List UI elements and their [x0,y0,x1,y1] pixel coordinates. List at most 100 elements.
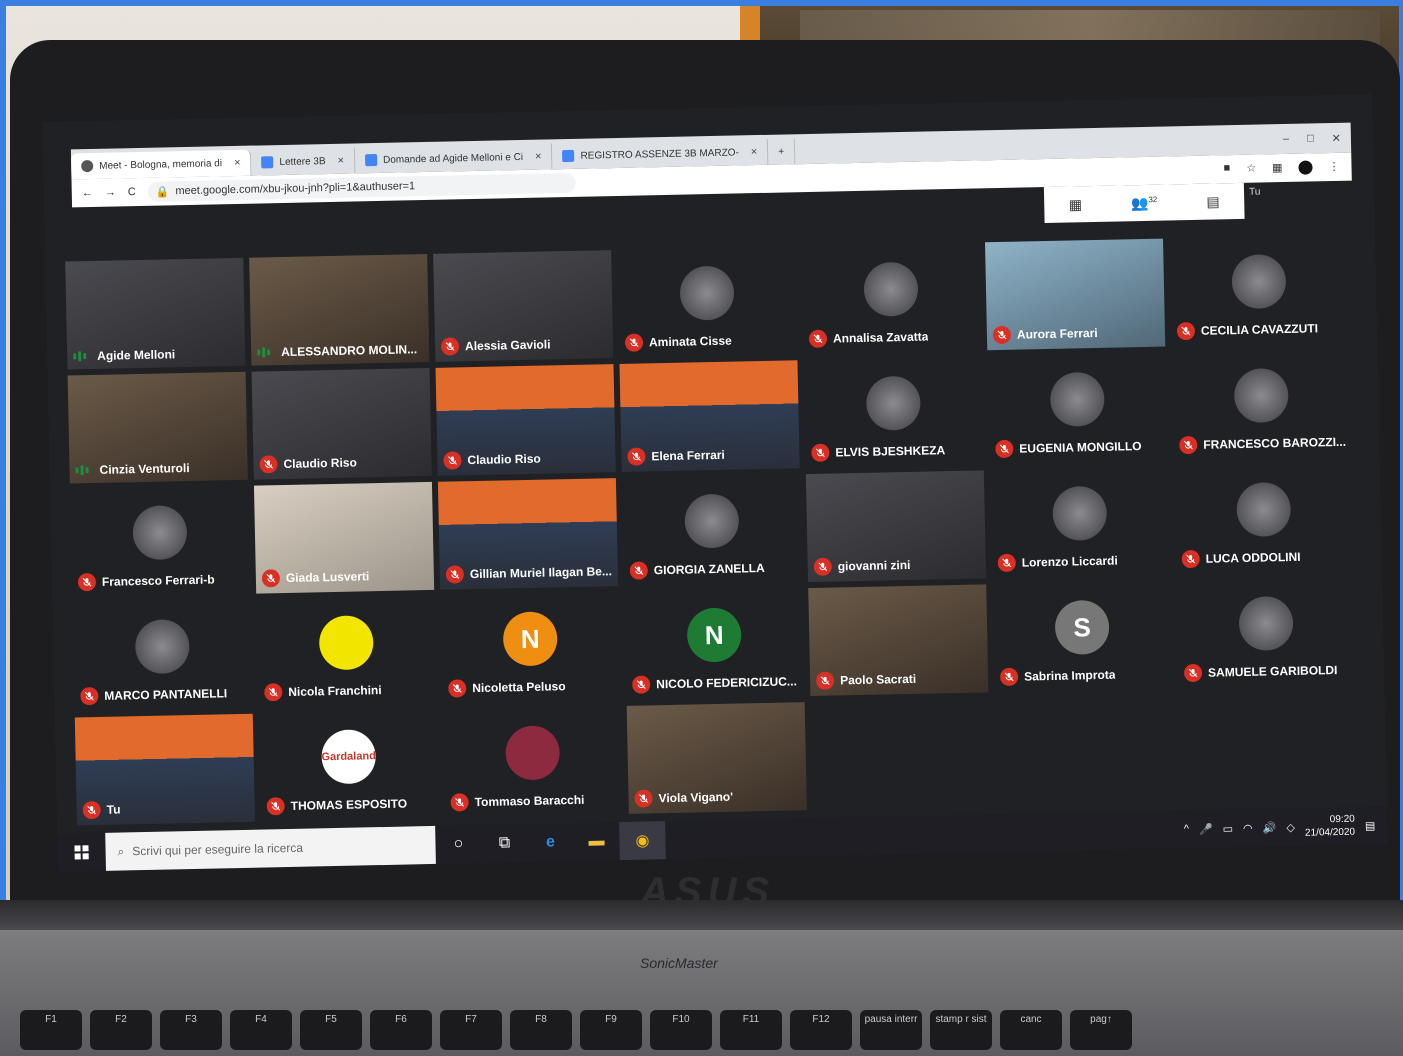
participant-tile[interactable]: Francesco Ferrari-b [70,486,250,598]
chrome-icon[interactable]: ◉ [619,821,666,861]
participant-tile[interactable]: Tu [74,713,255,826]
participant-tile[interactable]: Tommaso Baracchi [443,706,623,818]
mic-off-icon [264,683,283,702]
taskbar-search[interactable]: ⌕ Scrivi qui per eseguire la ricerca [105,825,436,871]
participant-name: Aminata Cisse [648,333,732,350]
participant-tile[interactable]: Viola Vigano' [626,702,807,814]
participant-name: NICOLO FEDERICIZUC... [656,674,797,692]
browser-tab[interactable]: Lettere 3B × [251,147,356,176]
participant-name: CECILIA CAVAZZUTI [1200,321,1319,338]
participant-name: Aurora Ferrari [1016,325,1098,342]
participant-tile[interactable]: Agide Melloni [65,257,246,370]
participant-name: Cinzia Venturoli [99,461,190,477]
participant-tile[interactable]: Giada Lusverti [253,481,435,594]
battery-icon[interactable]: ▭ [1223,822,1234,835]
participant-tile[interactable]: GIORGIA ZANELLA [622,474,802,586]
participant-tile[interactable]: SAMUELE GARIBOLDI [1176,577,1356,689]
participant-name-label: GIORGIA ZANELLA [629,559,765,580]
participant-tile[interactable]: Annalisa Zavatta [801,242,981,354]
participant-tile[interactable]: Aurora Ferrari [985,238,1166,351]
forward-icon[interactable]: → [105,186,116,198]
participant-avatar [505,725,561,781]
file-explorer-icon[interactable]: ▬ [573,822,620,861]
url-field[interactable]: 🔒 meet.google.com/xbu-jkou-jnh?pli=1&aut… [147,172,576,202]
new-tab-button[interactable]: + [768,138,796,165]
participant-name: THOMAS ESPOSITO [290,796,408,813]
reload-icon[interactable]: C [128,186,136,198]
edge-icon[interactable]: e [527,823,574,862]
participant-name-label: THOMAS ESPOSITO [266,795,407,816]
participant-tile[interactable]: Cinzia Venturoli [67,371,248,484]
wifi-icon[interactable]: ◠ [1243,821,1253,834]
participant-tile[interactable]: giovanni zini [805,470,987,583]
participant-tile[interactable]: S Sabrina Improta [992,580,1172,692]
close-tab-icon[interactable]: × [234,157,241,169]
notification-icon[interactable]: ▤ [1365,819,1376,832]
extension-icon[interactable]: ▦ [1272,161,1283,175]
task-view-icon[interactable]: ⧉ [481,824,528,863]
participant-tile[interactable]: EUGENIA MONGILLO [987,353,1167,465]
participant-name: Annalisa Zavatta [832,329,929,346]
clock[interactable]: 09:20 21/04/2020 [1305,813,1356,840]
participant-name-label: LUCA ODDOLINI [1181,548,1301,569]
participant-tile[interactable]: Claudio Riso [251,367,432,480]
participant-tile[interactable]: Lorenzo Liccardi [990,467,1170,579]
participant-tile[interactable]: Aminata Cisse [617,246,797,358]
back-icon[interactable]: ← [82,187,93,199]
close-tab-icon[interactable]: × [337,155,344,167]
participant-tile[interactable]: LUCA ODDOLINI [1174,463,1354,575]
keyboard-key: F3 [160,1010,222,1050]
keyboard-key: F10 [650,1010,712,1050]
dropbox-icon[interactable]: ◇ [1286,820,1295,833]
participant-tile[interactable]: N Nicoletta Peluso [440,592,620,704]
start-button[interactable] [57,833,106,872]
participant-name: Tommaso Baracchi [474,792,585,810]
participant-name-label: Claudio Riso [443,450,541,470]
cortana-icon[interactable]: ○ [435,825,482,864]
bookmark-star-icon[interactable]: ☆ [1246,162,1256,176]
mic-off-icon [440,337,460,356]
profile-avatar[interactable] [1298,160,1313,175]
chat-icon[interactable]: ▤ [1206,193,1220,210]
participant-tile[interactable]: FRANCESCO BAROZZI... [1171,349,1351,461]
minimize-icon[interactable]: – [1283,132,1289,145]
close-tab-icon[interactable]: × [535,151,542,163]
participant-tile[interactable]: Gillian Muriel Ilagan Be... [437,478,619,590]
mic-off-icon [445,565,465,584]
participant-name-label: Annalisa Zavatta [808,328,929,348]
close-window-icon[interactable]: ✕ [1332,131,1341,144]
participants-grid: Agide Melloni ALESSANDRO MOLIN... Alessia … [65,235,1367,832]
participant-tile[interactable]: Nicola Franchini [256,596,436,708]
participant-tile[interactable]: ALESSANDRO MOLIN... [249,253,430,366]
participant-tile[interactable]: Claudio Riso [435,364,616,476]
participants-button[interactable]: 👥32 [1131,194,1158,212]
participant-tile[interactable]: ELVIS BJESHKEZA [803,356,983,468]
participant-tile[interactable]: Gardaland THOMAS ESPOSITO [259,710,439,822]
maximize-icon[interactable]: □ [1307,132,1314,145]
participant-avatar [1052,486,1108,542]
participant-name: EUGENIA MONGILLO [1019,439,1142,456]
self-label-top: Tu [1248,186,1261,198]
participant-name: Lorenzo Liccardi [1021,553,1118,570]
participant-tile[interactable]: CECILIA CAVAZZUTI [1169,235,1349,347]
participant-name-label: Nicola Franchini [264,681,382,702]
participant-tile[interactable]: Paolo Sacrati [808,584,989,697]
participant-avatar [318,615,374,671]
menu-icon[interactable]: ⋮ [1328,160,1339,174]
participant-tile[interactable]: MARCO PANTANELLI [72,600,252,712]
participant-name: Nicola Franchini [288,683,382,699]
chevron-up-icon[interactable]: ^ [1184,823,1189,835]
tab-label: Lettere 3B [279,155,326,168]
microphone-icon[interactable]: 🎤 [1199,822,1213,835]
mic-off-icon [627,447,646,466]
grid-layout-icon[interactable]: ▦ [1069,196,1083,213]
close-tab-icon[interactable]: × [751,146,758,158]
participant-tile[interactable]: Elena Ferrari [619,360,800,472]
camera-indicator-icon[interactable]: ■ [1223,162,1230,176]
participant-tile[interactable]: Alessia Gavioli [433,250,614,362]
browser-tab[interactable]: Meet - Bologna, memoria di × [70,149,252,180]
participant-name: SAMUELE GARIBOLDI [1207,663,1338,680]
participant-tile[interactable]: N NICOLO FEDERICIZUC... [624,588,804,700]
participant-name: MARCO PANTANELLI [104,686,228,703]
volume-icon[interactable]: 🔊 [1263,821,1277,834]
